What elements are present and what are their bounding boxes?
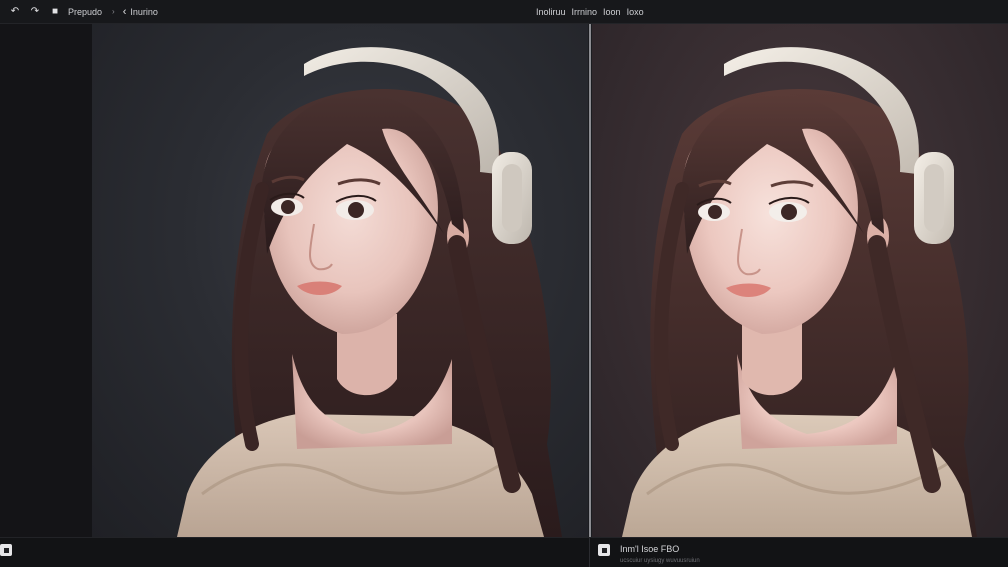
menu-item-3[interactable]: Ioon	[603, 7, 621, 17]
breadcrumb-separator: ›	[112, 7, 115, 16]
left-panel-toggle-button[interactable]	[0, 544, 12, 556]
breadcrumb-current[interactable]: Inurino	[130, 7, 158, 17]
square-icon	[3, 547, 9, 553]
menu-item-1[interactable]: Inoliruu	[536, 7, 566, 17]
menu-item-4[interactable]: Ioxo	[627, 7, 644, 17]
toolbar-center-menu: Inoliruu Irrnino Ioon Ioxo	[536, 0, 644, 24]
right-status-subtext: ucscuiur uysiugy wuvuusruiun	[620, 558, 700, 564]
right-status-text: Inm'l Isoe FBO	[620, 544, 680, 554]
right-panel-toggle-button[interactable]	[598, 544, 610, 556]
redo-icon[interactable]: ↷	[28, 5, 42, 19]
left-gutter	[0, 24, 92, 537]
project-label[interactable]: Prepudo	[68, 7, 102, 17]
compare-divider-line[interactable]	[589, 24, 591, 537]
portrait-edited	[622, 47, 977, 537]
square-icon	[601, 547, 607, 553]
edited-image-panel[interactable]	[592, 24, 1008, 537]
back-chevron-icon[interactable]: ‹	[123, 6, 127, 18]
original-image-panel[interactable]	[92, 24, 588, 537]
bottom-status-bar: Inm'l Isoe FBO ucscuiur uysiugy wuvuusru…	[0, 537, 1008, 567]
bottom-divider	[589, 538, 590, 567]
top-toolbar: ↶ ↷ ■ Prepudo › ‹ Inurino Inoliruu Irrni…	[0, 0, 1008, 24]
photo-compare-app: ↶ ↷ ■ Prepudo › ‹ Inurino Inoliruu Irrni…	[0, 0, 1008, 567]
portrait-original	[177, 47, 562, 537]
menu-item-2[interactable]: Irrnino	[572, 7, 598, 17]
layers-icon[interactable]: ■	[48, 5, 62, 19]
undo-icon[interactable]: ↶	[8, 5, 22, 19]
